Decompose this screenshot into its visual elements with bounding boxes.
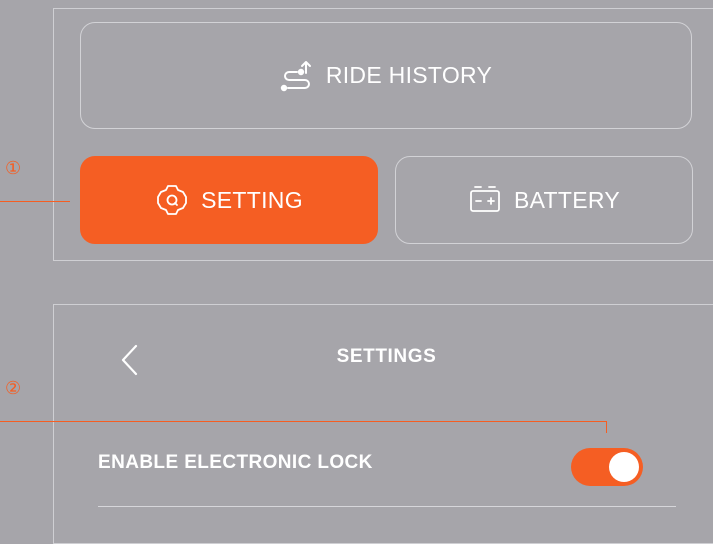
callout-line-2-drop: [606, 421, 607, 433]
setting-label: SETTING: [201, 186, 303, 213]
toggle-knob: [609, 452, 639, 482]
route-icon: [280, 59, 314, 93]
callout-marker-2: ②: [5, 378, 22, 398]
battery-label: BATTERY: [513, 186, 621, 213]
battery-button[interactable]: BATTERY: [395, 156, 693, 244]
electronic-lock-label: ENABLE ELECTRONIC LOCK: [98, 452, 373, 473]
callout-line-2: [0, 421, 607, 422]
ride-history-button[interactable]: RIDE HISTORY: [80, 22, 692, 129]
callout-line-1: [0, 201, 70, 202]
electronic-lock-toggle[interactable]: [571, 448, 643, 486]
divider: [98, 506, 676, 507]
gear-icon: [155, 183, 189, 217]
page-title: SETTINGS: [336, 346, 437, 367]
settings-panel: [53, 304, 713, 544]
callout-marker-1: ①: [5, 158, 22, 178]
ride-history-label: RIDE HISTORY: [325, 62, 493, 88]
setting-button[interactable]: SETTING: [80, 156, 378, 244]
battery-icon: [468, 183, 502, 217]
